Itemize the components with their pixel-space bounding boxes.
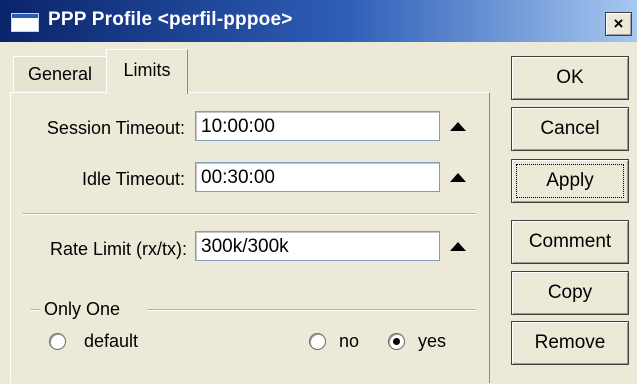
title-bar[interactable]: PPP Profile <perfil-pppoe> × [0,0,637,42]
session-timeout-label: Session Timeout: [46,118,185,138]
radio-no[interactable] [309,333,326,350]
window-icon [11,13,39,32]
radio-no-label[interactable]: no [339,331,359,352]
rate-limit-label: Rate Limit (rx/tx): [49,239,187,259]
ok-button[interactable]: OK [511,56,629,100]
remove-button[interactable]: Remove [511,321,629,365]
group-line-left [30,309,40,311]
rate-limit-field[interactable]: 300k/300k [195,231,440,261]
only-one-group-label: Only One [44,299,121,319]
radio-default-label[interactable]: default [84,331,138,352]
session-timeout-field[interactable]: 10:00:00 [195,111,440,141]
focus-ring [516,164,624,198]
comment-button[interactable]: Comment [511,220,629,264]
rate-limit-collapse-icon[interactable] [450,242,466,251]
close-button[interactable]: × [605,12,632,36]
session-timeout-collapse-icon[interactable] [450,122,466,131]
tab-general[interactable]: General [13,56,107,91]
close-icon: × [613,14,624,33]
window-title: PPP Profile <perfil-pppoe> [48,9,293,30]
group-line-right [147,309,476,311]
idle-timeout-label: Idle Timeout: [81,169,185,189]
tab-limits[interactable]: Limits [106,49,188,94]
separator [22,213,476,215]
radio-default[interactable] [49,333,66,350]
radio-yes[interactable] [388,333,405,350]
copy-button[interactable]: Copy [511,271,629,315]
cancel-button[interactable]: Cancel [511,107,629,151]
ppp-profile-dialog: PPP Profile <perfil-pppoe> × General Lim… [0,0,637,384]
apply-button[interactable]: Apply [511,159,629,203]
idle-timeout-field[interactable]: 00:30:00 [195,162,440,192]
idle-timeout-collapse-icon[interactable] [450,173,466,182]
radio-yes-label[interactable]: yes [418,331,446,352]
